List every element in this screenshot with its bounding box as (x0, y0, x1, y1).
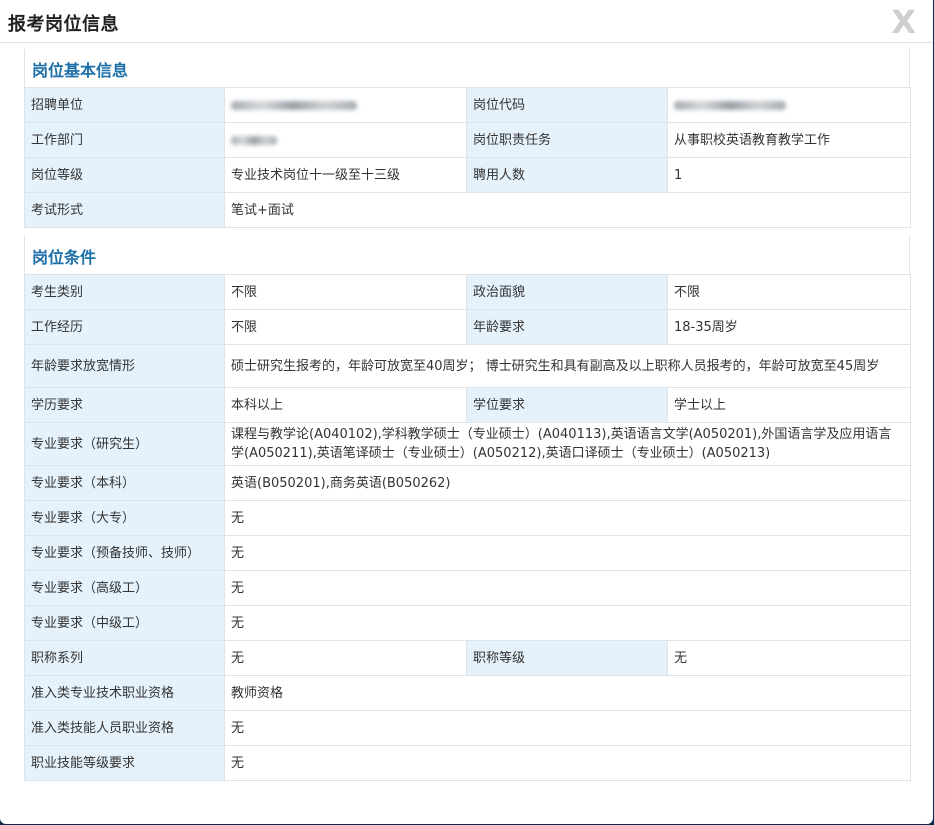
conditions-table: 考生类别 不限 政治面貌 不限 工作经历 不限 年龄要求 18-35周岁 年龄要… (24, 274, 911, 781)
cert-skill-label: 准入类技能人员职业资格 (24, 710, 225, 746)
title-series-label: 职称系列 (24, 640, 225, 676)
table-row: 年龄要求放宽情形 硕士研究生报考的，年龄可放宽至40周岁； 博士研究生和具有副高… (24, 344, 911, 388)
major-mid-label: 专业要求（中级工） (24, 605, 225, 641)
skill-level-value: 无 (224, 745, 911, 781)
candidate-value: 不限 (224, 274, 467, 310)
dept-label: 工作部门 (24, 122, 225, 158)
employer-label: 招聘单位 (24, 87, 225, 123)
title-grade-value: 无 (667, 640, 911, 676)
table-row: 岗位等级 专业技术岗位十一级至十三级 聘用人数 1 (24, 157, 911, 193)
table-row: 专业要求（本科） 英语(B050201),商务英语(B050262) (24, 465, 911, 501)
candidate-label: 考生类别 (24, 274, 225, 310)
close-icon[interactable]: X (891, 4, 916, 40)
table-row: 职业技能等级要求 无 (24, 745, 911, 781)
skill-level-label: 职业技能等级要求 (24, 745, 225, 781)
table-row: 准入类技能人员职业资格 无 (24, 710, 911, 746)
redacted-code (674, 100, 786, 110)
age-label: 年龄要求 (466, 309, 668, 345)
experience-value: 不限 (224, 309, 467, 345)
major-bach-label: 专业要求（本科） (24, 465, 225, 501)
title-series-value: 无 (224, 640, 467, 676)
table-row: 专业要求（中级工） 无 (24, 605, 911, 641)
conditions-section-header: 岗位条件 (24, 236, 910, 274)
dialog-title: 报考岗位信息 (8, 14, 119, 35)
cert-skill-value: 无 (224, 710, 911, 746)
major-college-value: 无 (224, 500, 911, 536)
level-value: 专业技术岗位十一级至十三级 (224, 157, 467, 193)
table-row: 考生类别 不限 政治面貌 不限 (24, 274, 911, 310)
job-info-dialog: 报考岗位信息 X 岗位基本信息 招聘单位 岗位代码 工作部门 岗位职责任务 从事… (0, 0, 933, 824)
code-value (667, 87, 911, 123)
exam-value: 笔试+面试 (224, 192, 911, 228)
edu-label: 学历要求 (24, 387, 225, 423)
conditions-heading: 岗位条件 (32, 248, 97, 267)
age-relax-label: 年龄要求放宽情形 (24, 344, 225, 388)
basic-info-heading: 岗位基本信息 (32, 61, 129, 80)
dept-value (224, 122, 467, 158)
edu-value: 本科以上 (224, 387, 467, 423)
duty-label: 岗位职责任务 (466, 122, 668, 158)
major-senior-value: 无 (224, 570, 911, 606)
table-row: 工作部门 岗位职责任务 从事职校英语教育教学工作 (24, 122, 911, 158)
major-senior-label: 专业要求（高级工） (24, 570, 225, 606)
major-bach-value: 英语(B050201),商务英语(B050262) (224, 465, 911, 501)
basic-info-section-header: 岗位基本信息 (24, 49, 910, 87)
major-tech-value: 无 (224, 535, 911, 571)
degree-value: 学士以上 (667, 387, 911, 423)
major-tech-label: 专业要求（预备技师、技师） (24, 535, 225, 571)
table-row: 准入类专业技术职业资格 教师资格 (24, 675, 911, 711)
code-label: 岗位代码 (466, 87, 668, 123)
hires-label: 聘用人数 (466, 157, 668, 193)
basic-info-table: 招聘单位 岗位代码 工作部门 岗位职责任务 从事职校英语教育教学工作 岗位等级 … (24, 87, 911, 228)
major-mid-value: 无 (224, 605, 911, 641)
table-row: 专业要求（预备技师、技师） 无 (24, 535, 911, 571)
major-college-label: 专业要求（大专） (24, 500, 225, 536)
table-row: 专业要求（高级工） 无 (24, 570, 911, 606)
title-grade-label: 职称等级 (466, 640, 668, 676)
duty-value: 从事职校英语教育教学工作 (667, 122, 911, 158)
employer-value (224, 87, 467, 123)
level-label: 岗位等级 (24, 157, 225, 193)
redacted-dept (231, 135, 277, 145)
table-row: 职称系列 无 职称等级 无 (24, 640, 911, 676)
political-value: 不限 (667, 274, 911, 310)
table-row: 招聘单位 岗位代码 (24, 87, 911, 123)
table-row: 工作经历 不限 年龄要求 18-35周岁 (24, 309, 911, 345)
dialog-content: 岗位基本信息 招聘单位 岗位代码 工作部门 岗位职责任务 从事职校英语教育教学工… (24, 49, 911, 781)
cert-pro-value: 教师资格 (224, 675, 911, 711)
table-row: 学历要求 本科以上 学位要求 学士以上 (24, 387, 911, 423)
cert-pro-label: 准入类专业技术职业资格 (24, 675, 225, 711)
major-grad-value: 课程与教学论(A040102),学科教学硕士（专业硕士）(A040113),英语… (224, 422, 911, 466)
dialog-titlebar: 报考岗位信息 X (0, 0, 933, 43)
hires-value: 1 (667, 157, 911, 193)
major-grad-label: 专业要求（研究生） (24, 422, 225, 466)
political-label: 政治面貌 (466, 274, 668, 310)
table-row: 专业要求（大专） 无 (24, 500, 911, 536)
redacted-employer (231, 100, 357, 110)
age-value: 18-35周岁 (667, 309, 911, 345)
age-relax-value: 硕士研究生报考的，年龄可放宽至40周岁； 博士研究生和具有副高及以上职称人员报考… (224, 344, 911, 388)
exam-label: 考试形式 (24, 192, 225, 228)
experience-label: 工作经历 (24, 309, 225, 345)
table-row: 考试形式 笔试+面试 (24, 192, 911, 228)
table-row: 专业要求（研究生） 课程与教学论(A040102),学科教学硕士（专业硕士）(A… (24, 422, 911, 466)
degree-label: 学位要求 (466, 387, 668, 423)
